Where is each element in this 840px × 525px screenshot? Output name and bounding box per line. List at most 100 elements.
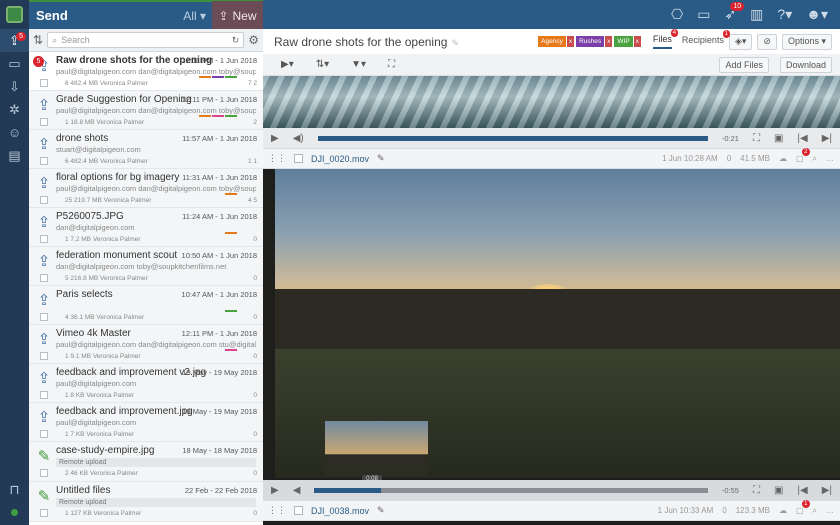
item-date: 12:11 PM - 1 Jun 2018	[181, 329, 257, 338]
image-icon[interactable]: ▣	[774, 485, 783, 496]
volume-icon[interactable]: ◀)	[293, 133, 304, 144]
video-preview-1[interactable]	[263, 76, 840, 128]
add-files-button[interactable]: Add Files	[719, 56, 769, 73]
play-icon[interactable]: ▶	[271, 485, 279, 496]
list-item[interactable]: ⇪ 5 Raw drone shots for the opening 12:1…	[29, 52, 263, 91]
stats-icon[interactable]: ▥	[750, 6, 763, 23]
toolbar-actions: Add Files Download	[714, 56, 840, 73]
file-name[interactable]: DJI_0020.mov	[311, 154, 369, 164]
item-checkbox[interactable]	[40, 509, 48, 517]
file-name[interactable]: DJI_0038.mov	[311, 506, 369, 516]
filter-dropdown[interactable]: All ▾	[183, 9, 212, 23]
more-icon[interactable]: …	[826, 506, 834, 516]
item-checkbox[interactable]	[40, 274, 48, 282]
fullscreen-icon[interactable]: ⛶	[388, 59, 395, 70]
item-checkbox[interactable]	[40, 196, 48, 204]
list-item[interactable]: ✎ Untitled files 22 Feb - 22 Feb 2018 Re…	[29, 482, 263, 522]
reports-icon[interactable]: ▤	[0, 144, 29, 167]
help-icon[interactable]: ?▾	[777, 6, 792, 23]
seek-bar-1[interactable]	[317, 135, 708, 141]
item-checkbox[interactable]	[40, 313, 48, 321]
tag-rushes[interactable]: Rushes	[576, 36, 605, 47]
list-item[interactable]: ⇪ feedback and improvement.jpg 19 May - …	[29, 403, 263, 442]
sort-icon[interactable]: ⇅▾	[316, 59, 329, 70]
users-icon[interactable]: ☺	[0, 121, 29, 144]
tab-recipients[interactable]: Recipients 1	[682, 30, 730, 48]
edit-icon[interactable]: ✎	[451, 38, 459, 48]
next-frame-icon[interactable]: ▶|	[822, 133, 832, 144]
list-item[interactable]: ⇪ Grade Suggestion for Opening 12:11 PM …	[29, 91, 263, 130]
list-item[interactable]: ⇪ Paris selects 10:47 AM - 1 Jun 2018 4 …	[29, 286, 263, 325]
comment-icon[interactable]: ▢ 1	[796, 499, 810, 516]
fullscreen-icon[interactable]: ⛶	[753, 133, 760, 144]
next-frame-icon[interactable]: ▶|	[822, 485, 832, 496]
seek-fill-2	[314, 487, 382, 493]
edit-icon: ✎	[37, 448, 51, 465]
tag-agency[interactable]: Agency	[538, 36, 566, 47]
app-logo[interactable]	[0, 0, 29, 29]
cloud-download-icon[interactable]: ☁	[779, 506, 787, 516]
item-checkbox[interactable]	[40, 352, 48, 360]
fullscreen-icon[interactable]: ⛶	[753, 485, 760, 496]
video-icon[interactable]: ▶▾	[281, 59, 294, 70]
file-checkbox[interactable]	[294, 506, 303, 515]
folder-icon[interactable]: ▭	[0, 52, 29, 75]
tab-files[interactable]: Files 4	[652, 29, 678, 49]
drag-handle-icon[interactable]: ⋮⋮	[268, 153, 286, 164]
user-icon[interactable]: ☻▾	[806, 6, 828, 23]
download-button[interactable]: Download	[779, 56, 832, 73]
tag-wip[interactable]: WIP	[614, 36, 633, 47]
item-checkbox[interactable]	[40, 391, 48, 399]
link-button[interactable]: ⊘	[757, 33, 777, 50]
volume-icon[interactable]: ◀	[293, 485, 301, 496]
gear-icon[interactable]: ⚙	[248, 33, 259, 47]
list-item[interactable]: ⇪ floral options for bg imagery 11:31 AM…	[29, 169, 263, 208]
file-checkbox[interactable]	[294, 154, 303, 163]
search-icon[interactable]: ⌕	[813, 506, 817, 516]
gift-icon[interactable]: ⎔	[671, 6, 683, 23]
new-button[interactable]: ⇪ New	[212, 1, 263, 30]
more-icon[interactable]: …	[826, 154, 834, 164]
rocket-icon[interactable]: ➶ 10	[724, 2, 745, 23]
filter-icon[interactable]: ▼▾	[351, 59, 366, 70]
drag-handle-icon[interactable]: ⋮⋮	[268, 505, 286, 516]
list-item[interactable]: ⇪ federation monument scout 10:50 AM - 1…	[29, 247, 263, 286]
tag-remove-icon[interactable]: x	[605, 36, 613, 47]
options-button[interactable]: Options ▾	[781, 33, 832, 50]
comment-icon[interactable]: ▢ 2	[796, 147, 810, 164]
item-checkbox[interactable]	[40, 430, 48, 438]
prev-frame-icon[interactable]: |◀	[797, 133, 807, 144]
play-icon[interactable]: ▶	[271, 133, 279, 144]
refresh-icon[interactable]: ↻	[232, 35, 240, 46]
list-item[interactable]: ⇪ Vimeo 4k Master 12:11 PM - 1 Jun 2018 …	[29, 325, 263, 364]
list-item[interactable]: ⇪ drone shots 11:57 AM - 1 Jun 2018 stua…	[29, 130, 263, 169]
item-checkbox[interactable]	[40, 157, 48, 165]
send-nav-icon[interactable]: ⇪ 5	[0, 29, 29, 52]
search-input[interactable]: ⌕ Search ↻	[47, 32, 245, 48]
tag-remove-icon[interactable]: x	[633, 36, 641, 47]
settings-icon[interactable]: ✲	[0, 98, 29, 121]
search-icon[interactable]: ⌕	[813, 154, 817, 164]
inbox-icon[interactable]: ⇩	[0, 75, 29, 98]
cloud-download-icon[interactable]: ☁	[779, 154, 787, 164]
prev-frame-icon[interactable]: |◀	[797, 485, 807, 496]
item-checkbox[interactable]	[40, 235, 48, 243]
item-checkbox[interactable]	[40, 469, 48, 477]
edit-icon: ✎	[37, 488, 51, 505]
monitor-icon[interactable]: ▭	[697, 6, 710, 23]
list-item[interactable]: ⇪ P5260075.JPG 11:24 AM - 1 Jun 2018 dan…	[29, 208, 263, 247]
top-bar: ⎔ ▭ ➶ 10 ▥ ?▾ ☻▾	[263, 0, 840, 29]
seek-bar-2[interactable]	[314, 487, 708, 493]
item-checkbox[interactable]	[40, 79, 48, 87]
tag-button[interactable]: ◈▾	[728, 33, 753, 50]
tag-remove-icon[interactable]: x	[566, 36, 575, 47]
lock-icon[interactable]: ⊓	[0, 478, 29, 501]
tag-icon: ◈▾	[734, 36, 747, 46]
edit-icon[interactable]: ✎	[377, 153, 385, 164]
list-item[interactable]: ⇪ feedback and improvement v2.jpg 19 May…	[29, 364, 263, 403]
sort-icon[interactable]: ⇅	[33, 33, 43, 47]
edit-icon[interactable]: ✎	[377, 505, 385, 516]
image-icon[interactable]: ▣	[774, 133, 783, 144]
item-checkbox[interactable]	[40, 118, 48, 126]
list-item[interactable]: ✎ case-study-empire.jpg 18 May - 18 May …	[29, 442, 263, 482]
